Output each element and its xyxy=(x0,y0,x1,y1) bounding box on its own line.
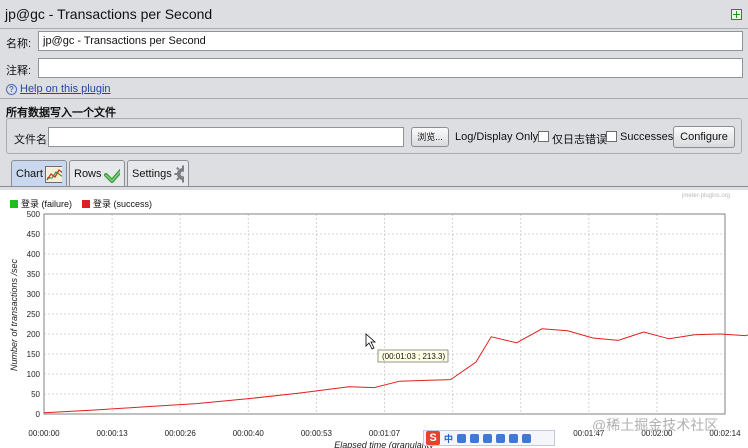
y-tick-label: 350 xyxy=(27,270,41,279)
help-icon: ? xyxy=(6,83,17,95)
filename-input[interactable] xyxy=(48,127,404,147)
name-label: 名称: xyxy=(6,38,32,50)
y-tick-label: 0 xyxy=(36,410,41,419)
tab-settings-label: Settings xyxy=(132,168,172,180)
x-tick-label: 00:00:26 xyxy=(165,429,197,438)
y-tick-label: 200 xyxy=(27,330,41,339)
errors-only-label: 仅日志错误 xyxy=(552,134,607,146)
ime-toolbar[interactable]: S 中 xyxy=(423,430,555,446)
y-tick-label: 500 xyxy=(27,210,41,219)
y-tick-label: 400 xyxy=(27,250,41,259)
x-tick-label: 00:00:40 xyxy=(233,429,265,438)
successes-checkbox[interactable] xyxy=(606,131,617,142)
tab-settings[interactable]: Settings xyxy=(127,160,189,187)
y-tick-label: 250 xyxy=(27,310,41,319)
tab-divider xyxy=(0,186,748,187)
y-axis-label: Number of transactions /sec xyxy=(9,258,19,371)
site-watermark: @稀土掘金技术社区 xyxy=(592,417,719,433)
x-tick-label: 00:01:07 xyxy=(369,429,401,438)
tab-chart[interactable]: Chart xyxy=(11,160,67,187)
sogou-logo-icon: S xyxy=(426,431,440,445)
success-series-line xyxy=(43,328,748,414)
y-tick-label: 300 xyxy=(27,290,41,299)
lang-toggle[interactable]: 中 xyxy=(444,432,453,445)
title-bar: jp@gc - Transactions per Second xyxy=(0,0,748,28)
x-axis-label: Elapsed time (granularity xyxy=(334,440,434,448)
help-row[interactable]: ? Help on this plugin xyxy=(6,83,111,95)
window-title: jp@gc - Transactions per Second xyxy=(5,6,213,22)
wrench-icon[interactable] xyxy=(522,433,532,443)
filename-label: 文件名 xyxy=(14,134,47,146)
help-link[interactable]: Help on this plugin xyxy=(20,83,111,95)
x-tick-label: 00:00:13 xyxy=(97,429,129,438)
checkmark-icon xyxy=(103,168,120,183)
tooltip-text: (00:01:03 ; 213.3) xyxy=(382,352,445,361)
name-field[interactable]: jp@gc - Transactions per Second xyxy=(38,31,743,51)
chart-svg: 0 50 100 150 200 250 300 350 400 450 500 00:00:00 0… xyxy=(9,210,748,448)
y-axis-ticks: 0 50 100 150 200 250 300 350 400 450 500 xyxy=(27,210,41,419)
y-tick-label: 150 xyxy=(27,350,41,359)
browse-button[interactable]: 浏览... xyxy=(411,127,449,147)
log-display-label: Log/Display Only: xyxy=(455,131,542,143)
expand-icon[interactable] xyxy=(731,9,742,20)
gear-icon xyxy=(174,165,184,183)
divider xyxy=(0,98,748,99)
y-tick-label: 450 xyxy=(27,230,41,239)
x-tick-label: 00:00:53 xyxy=(301,429,333,438)
user-icon[interactable] xyxy=(496,433,506,443)
divider xyxy=(0,28,748,29)
x-tick-label: 00:00:00 xyxy=(28,429,60,438)
comment-label: 注释: xyxy=(6,65,32,77)
moon-icon[interactable] xyxy=(457,433,467,443)
successes-label: Successes xyxy=(620,131,674,143)
configure-button[interactable]: Configure xyxy=(673,126,735,148)
mouse-cursor-icon xyxy=(365,333,377,350)
chart-icon xyxy=(44,165,62,183)
keyboard-icon[interactable] xyxy=(483,433,493,443)
tab-chart-label: Chart xyxy=(16,168,43,180)
chart-grid xyxy=(43,213,726,415)
punct-icon[interactable] xyxy=(470,433,480,443)
y-tick-label: 50 xyxy=(31,390,40,399)
shirt-icon[interactable] xyxy=(509,433,519,443)
errors-only-checkbox[interactable] xyxy=(538,131,549,142)
tab-rows-label: Rows xyxy=(74,168,102,180)
tab-rows[interactable]: Rows xyxy=(69,160,125,187)
comment-field[interactable] xyxy=(38,58,743,78)
y-tick-label: 100 xyxy=(27,370,41,379)
